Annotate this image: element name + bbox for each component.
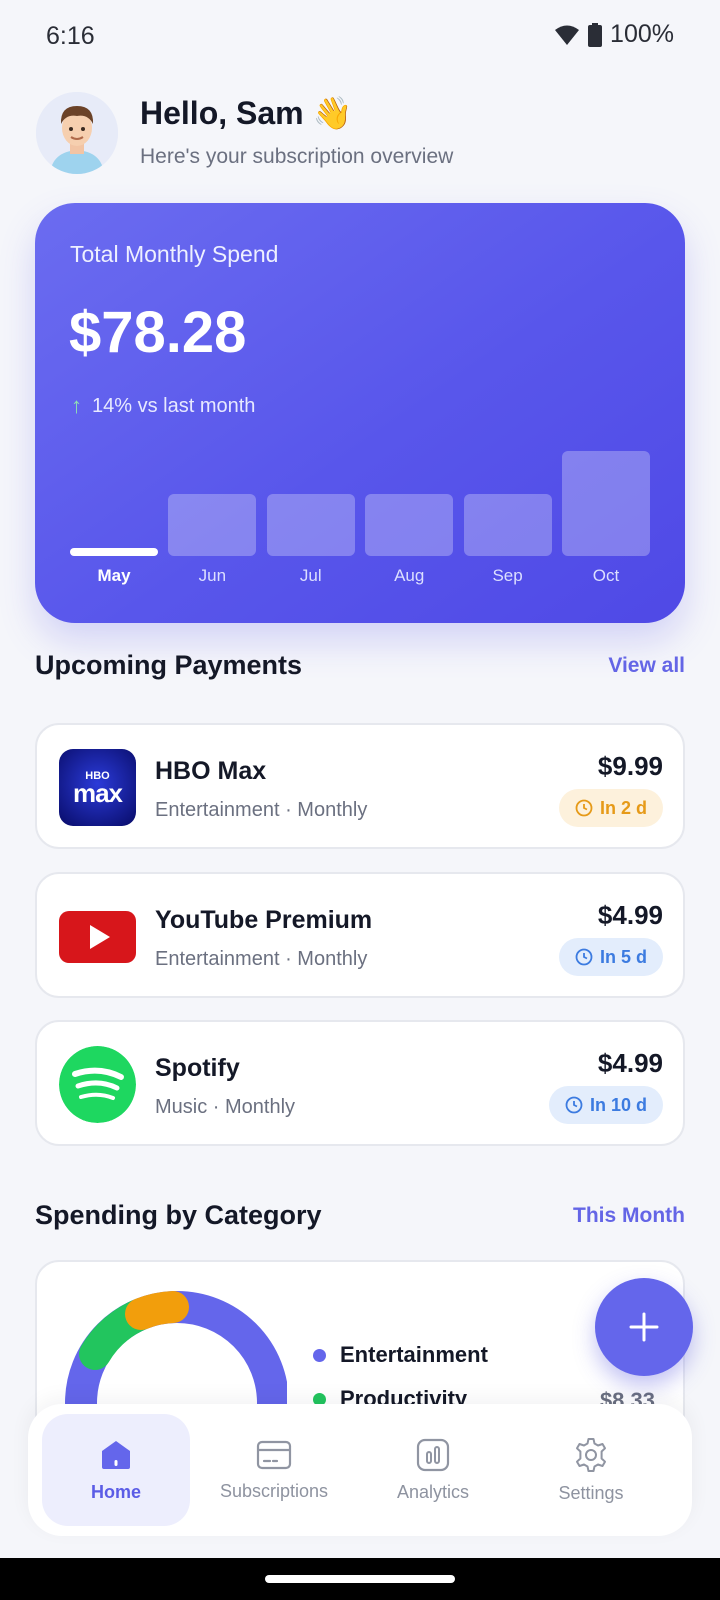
due-text: In 2 d [599,797,647,818]
bar-may[interactable] [70,548,158,556]
category-dot [313,1348,326,1362]
nav-subscriptions[interactable]: Subscriptions [200,1414,348,1526]
clock-icon [565,1096,583,1114]
home-icon [102,1440,130,1469]
gear-icon [576,1437,606,1472]
nav-label: Home [90,1481,141,1502]
bottom-navigation: Home Subscriptions Analytics Settings [28,1404,692,1536]
monthly-spend-card[interactable]: Total Monthly Spend $78.28 ↑ 14% vs last… [35,203,685,623]
nav-settings[interactable]: Settings [517,1414,665,1526]
nav-label: Analytics [396,1481,470,1502]
spotify-logo [59,1046,136,1123]
nav-home[interactable]: Home [42,1414,190,1526]
max-logo-text: max [72,778,123,808]
hbo-max-logo: HBO max [59,749,136,826]
bar-jul[interactable] [266,494,355,556]
payment-name: Spotify [155,1054,240,1082]
due-badge: In 5 d [558,938,663,976]
due-badge: In 10 d [548,1086,663,1124]
home-gesture-pill[interactable] [265,1575,455,1583]
category-row-entertainment: Entertainment [313,1342,488,1368]
system-navigation-bar [0,1558,720,1600]
due-badge: In 2 d [558,789,663,827]
payment-price: $4.99 [597,1048,663,1078]
due-text: In 5 d [599,946,647,967]
bar-label-jul: Jul [299,566,322,585]
bar-aug[interactable] [365,494,454,556]
wifi-icon [555,25,580,45]
battery-level: 100% [610,20,674,48]
plus-icon [629,1312,659,1342]
spending-by-category-title: Spending by Category [35,1200,322,1230]
bar-jun[interactable] [168,494,257,556]
avatar[interactable] [36,92,118,174]
card-icon [256,1440,292,1469]
payment-meta: Entertainment · Monthly [155,799,368,821]
spend-amount: $78.28 [69,300,247,365]
bar-sep[interactable] [463,494,552,556]
payment-meta: Music · Monthly [155,1096,296,1118]
payment-card-spotify[interactable]: Spotify Music · Monthly $4.99 In 10 d [35,1020,685,1146]
greeting-title: Hello, Sam 👋 [140,95,353,131]
payment-card-youtube-premium[interactable]: YouTube Premium Entertainment · Monthly … [35,872,685,998]
bar-label-sep: Sep [492,566,523,585]
payment-card-hbo-max[interactable]: HBO max HBO Max Entertainment · Monthly … [35,723,685,849]
payment-price: $9.99 [597,751,663,781]
clock-icon [575,948,593,966]
bar-label-aug: Aug [394,566,425,585]
add-subscription-button[interactable] [595,1278,693,1376]
status-time: 6:16 [46,22,95,50]
this-month-filter[interactable]: This Month [573,1204,685,1228]
bar-label-oct: Oct [592,566,620,585]
category-name: Entertainment [340,1342,488,1367]
nav-label: Subscriptions [219,1480,329,1501]
monthly-bar-chart [70,433,650,556]
status-indicators: 100% [554,20,674,49]
spend-trend-text: 14% vs last month [92,394,256,417]
analytics-icon [416,1438,450,1471]
payment-meta: Entertainment · Monthly [155,948,368,970]
payment-price: $4.99 [597,900,663,930]
clock-icon [575,799,593,817]
status-bar: 6:16 100% [0,0,720,72]
upcoming-payments-title: Upcoming Payments [35,650,303,680]
spend-trend: ↑ 14% vs last month [71,393,255,419]
payment-name: HBO Max [155,757,267,785]
view-all-link[interactable]: View all [608,654,685,678]
bar-label-may: May [97,566,131,585]
greeting-subtitle: Here's your subscription overview [140,145,454,168]
arrow-up-icon: ↑ [71,393,82,418]
payment-name: YouTube Premium [155,906,373,934]
due-text: In 10 d [589,1094,647,1115]
bar-label-jun: Jun [198,566,227,585]
battery-icon [588,22,603,47]
spend-label: Total Monthly Spend [70,241,279,267]
bar-oct[interactable] [562,451,650,556]
youtube-logo [59,898,136,975]
nav-label: Settings [558,1482,624,1503]
nav-analytics[interactable]: Analytics [359,1414,507,1526]
